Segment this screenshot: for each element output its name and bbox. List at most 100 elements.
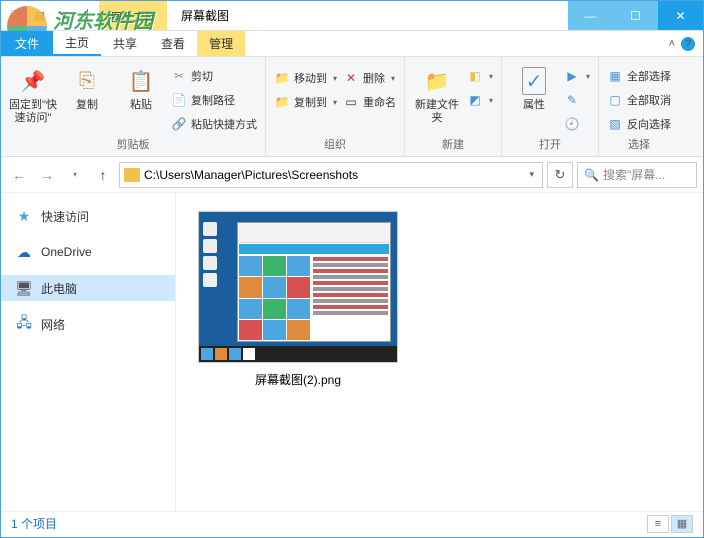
tab-manage[interactable]: 管理 [197, 31, 245, 56]
file-name-label: 屏幕截图(2).png [255, 371, 341, 388]
tab-home[interactable]: 主页 [53, 31, 101, 56]
minimize-button[interactable]: — [568, 1, 613, 30]
chevron-down-icon: ▾ [333, 98, 337, 107]
pin-icon: 📌 [17, 65, 49, 97]
paste-shortcut-button[interactable]: 🔗 粘贴快捷方式 [171, 113, 257, 135]
item-count-label: 1 个项目 [11, 515, 57, 532]
select-all-button[interactable]: ▦ 全部选择 [607, 65, 671, 87]
ribbon-group-select: ▦ 全部选择 ▢ 全部取消 ▧ 反向选择 选择 [599, 57, 679, 156]
scissors-icon: ✂ [171, 68, 187, 84]
contextual-tab-header: 图片工具 [99, 1, 167, 30]
selectnone-icon: ▢ [607, 92, 623, 108]
contextual-tab-title: 图片工具 [111, 9, 155, 25]
search-box[interactable]: 🔍 搜索"屏幕... [577, 162, 697, 188]
group-label-new: 新建 [413, 136, 493, 154]
group-label-organize: 组织 [274, 136, 396, 154]
group-label-open: 打开 [510, 136, 590, 154]
back-button[interactable]: ← [7, 163, 31, 187]
copy-button[interactable]: ⎘ 复制 [63, 61, 111, 112]
new-folder-button[interactable]: 📁 新建文件夹 [413, 61, 461, 125]
ribbon-group-new: 📁 新建文件夹 ◧▾ ◩▾ 新建 [405, 57, 502, 156]
invert-selection-button[interactable]: ▧ 反向选择 [607, 113, 671, 135]
delete-icon: ✕ [343, 70, 359, 86]
tab-file[interactable]: 文件 [1, 31, 53, 56]
new-item-button[interactable]: ◧▾ [467, 65, 493, 87]
move-icon: 📁 [274, 70, 290, 86]
easy-access-button[interactable]: ◩▾ [467, 89, 493, 111]
easyaccess-icon: ◩ [467, 92, 483, 108]
select-none-button[interactable]: ▢ 全部取消 [607, 89, 671, 111]
edit-icon: ✎ [564, 92, 580, 108]
rename-icon: ▭ [343, 94, 359, 110]
properties-button[interactable]: 属性 [510, 61, 558, 112]
copy-path-button[interactable]: 📄 复制路径 [171, 89, 257, 111]
onedrive-icon: ☁ [15, 244, 33, 260]
up-button[interactable]: ↑ [91, 163, 115, 187]
file-list-area[interactable]: 屏幕截图(2).png [176, 193, 703, 511]
address-dropdown-icon[interactable]: ▾ [525, 169, 538, 180]
status-bar: 1 个项目 ≡ ▦ [1, 511, 703, 535]
sidebar-item-this-pc[interactable]: 🖥 此电脑 [1, 275, 175, 301]
search-icon: 🔍 [584, 168, 599, 182]
properties-icon [522, 67, 546, 95]
help-icon[interactable]: ? [681, 37, 695, 51]
paste-icon: 📋 [125, 65, 157, 97]
qat-explorer-icon[interactable]: 🗀 [5, 5, 27, 27]
shortcut-icon: 🔗 [171, 116, 187, 132]
edit-button[interactable]: ✎ [564, 89, 590, 111]
ribbon-group-organize: 📁 移动到▾ 📁 复制到▾ ✕ 删除▾ ▭ 重命名 组织 [266, 57, 405, 156]
forward-button[interactable]: → [35, 163, 59, 187]
delete-button[interactable]: ✕ 删除▾ [343, 67, 396, 89]
pin-to-quick-access-button[interactable]: 📌 固定到"快速访问" [9, 61, 57, 125]
window-title: 屏幕截图 [167, 7, 243, 24]
ribbon-tab-strip: 文件 主页 共享 查看 管理 ˄ ? [1, 31, 703, 57]
invert-icon: ▧ [607, 116, 623, 132]
body-area: ★ 快速访问 ☁ OneDrive 🖥 此电脑 🖧 网络 [1, 193, 703, 511]
chevron-down-icon: ▾ [391, 74, 395, 83]
cut-button[interactable]: ✂ 剪切 [171, 65, 257, 87]
qat-sep-icon: │ [77, 5, 99, 27]
copy-icon: ⎘ [71, 65, 103, 97]
navigation-sidebar: ★ 快速访问 ☁ OneDrive 🖥 此电脑 🖧 网络 [1, 193, 176, 511]
navigation-bar: ← → ▾ ↑ ▾ ↻ 🔍 搜索"屏幕... [1, 157, 703, 193]
qat-props-icon[interactable]: ▤ [29, 5, 51, 27]
sidebar-item-network[interactable]: 🖧 网络 [1, 311, 175, 337]
qat-dropdown-icon[interactable]: ▾ [53, 5, 75, 27]
open-button[interactable]: ▶▾ [564, 65, 590, 87]
address-bar[interactable]: ▾ [119, 162, 543, 188]
recent-dropdown[interactable]: ▾ [63, 163, 87, 187]
chevron-down-icon: ▾ [333, 74, 337, 83]
copy-to-button[interactable]: 📁 复制到▾ [274, 91, 337, 113]
view-thumbnails-button[interactable]: ▦ [671, 515, 693, 533]
selectall-icon: ▦ [607, 68, 623, 84]
sidebar-item-quick-access[interactable]: ★ 快速访问 [1, 203, 175, 229]
maximize-button[interactable]: ☐ [613, 1, 658, 30]
ribbon-group-clipboard: 📌 固定到"快速访问" ⎘ 复制 📋 粘贴 ✂ 剪切 📄 复制路径 [1, 57, 266, 156]
ribbon: 📌 固定到"快速访问" ⎘ 复制 📋 粘贴 ✂ 剪切 📄 复制路径 [1, 57, 703, 157]
paste-button[interactable]: 📋 粘贴 [117, 61, 165, 112]
refresh-button[interactable]: ↻ [547, 162, 573, 188]
file-thumbnail [198, 211, 398, 363]
ribbon-collapse-icon[interactable]: ˄ [669, 38, 675, 50]
sidebar-item-onedrive[interactable]: ☁ OneDrive [1, 239, 175, 265]
network-icon: 🖧 [15, 316, 33, 332]
address-folder-icon [124, 168, 140, 182]
close-button[interactable]: ✕ [658, 1, 703, 30]
title-bar: 🗀 ▤ ▾ │ 图片工具 屏幕截图 — ☐ ✕ [1, 1, 703, 31]
tab-share[interactable]: 共享 [101, 31, 149, 56]
address-input[interactable] [144, 168, 521, 182]
computer-icon: 🖥 [15, 280, 33, 296]
view-details-button[interactable]: ≡ [647, 515, 669, 533]
folder-icon: 📁 [421, 65, 453, 97]
file-item[interactable]: 屏幕截图(2).png [198, 211, 398, 388]
group-label-clipboard: 剪贴板 [9, 136, 257, 154]
newitem-icon: ◧ [467, 68, 483, 84]
history-button[interactable]: 🕘 [564, 113, 590, 135]
group-label-select: 选择 [607, 136, 671, 154]
tab-view[interactable]: 查看 [149, 31, 197, 56]
copyto-icon: 📁 [274, 94, 290, 110]
rename-button[interactable]: ▭ 重命名 [343, 91, 396, 113]
move-to-button[interactable]: 📁 移动到▾ [274, 67, 337, 89]
history-icon: 🕘 [564, 116, 580, 132]
open-icon: ▶ [564, 68, 580, 84]
